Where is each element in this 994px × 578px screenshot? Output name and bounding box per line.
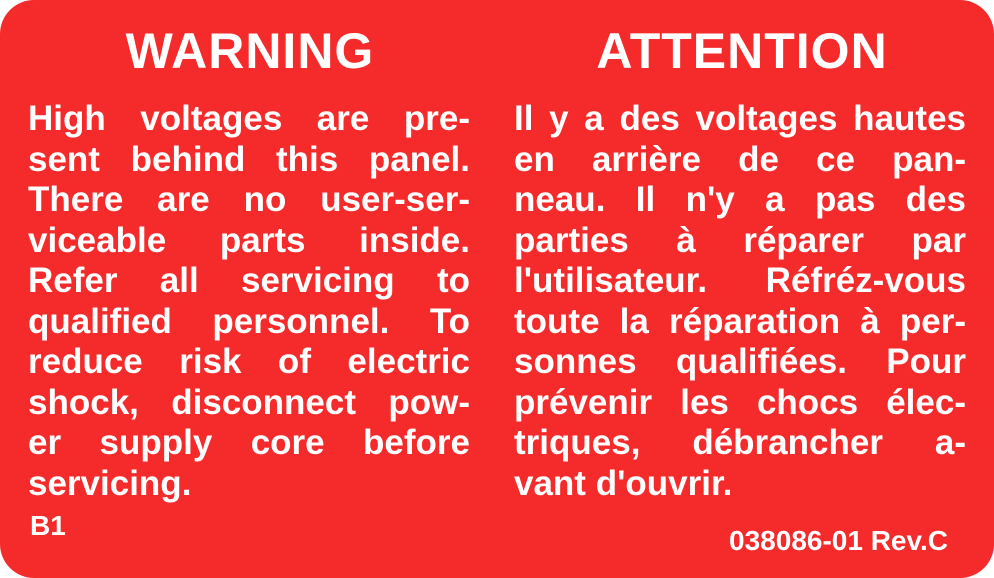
attention-line: en arrière de ce pan- [514, 139, 966, 179]
warning-line: sent behind this panel. [28, 139, 470, 179]
attention-line: vant d'ouvrir. [514, 463, 733, 503]
attention-line: Il y a des voltages hautes [514, 99, 966, 138]
attention-line: l'utilisateur. Réfréz-vous [514, 261, 966, 300]
warning-heading: WARNING [125, 23, 375, 79]
attention-line: triques, débrancher a- [514, 423, 966, 462]
attention-line: sonnes qualifiées. Pour [514, 342, 966, 381]
warning-line: er supply core before [28, 423, 470, 462]
warning-label: WARNING ATTENTION High voltages are pre-… [0, 0, 994, 578]
attention-text-french: Il y a des voltages hautes en arrière de… [514, 99, 966, 504]
attention-line: toute la réparation à per- [514, 301, 966, 341]
warning-line: Refer all servicing to [28, 261, 470, 300]
warning-text-english: High voltages are pre- sent behind this … [28, 99, 470, 504]
warning-line: viceable parts inside. [28, 220, 470, 260]
label-code: B1 [30, 510, 66, 541]
warning-line: reduce risk of electric [28, 342, 470, 381]
attention-line: parties à réparer par [514, 220, 966, 260]
warning-line: shock, disconnect pow- [28, 382, 470, 422]
warning-line: High voltages are pre- [28, 99, 470, 138]
warning-line: There are no user-ser- [28, 180, 470, 219]
warning-line: qualified personnel. To [28, 301, 470, 341]
part-number: 038086-01 Rev.C [729, 525, 948, 556]
attention-line: neau. Il n'y a pas des [514, 180, 966, 219]
attention-line: prévenir les chocs élec- [514, 382, 966, 422]
warning-line: servicing. [28, 463, 192, 503]
attention-heading: ATTENTION [596, 23, 888, 79]
